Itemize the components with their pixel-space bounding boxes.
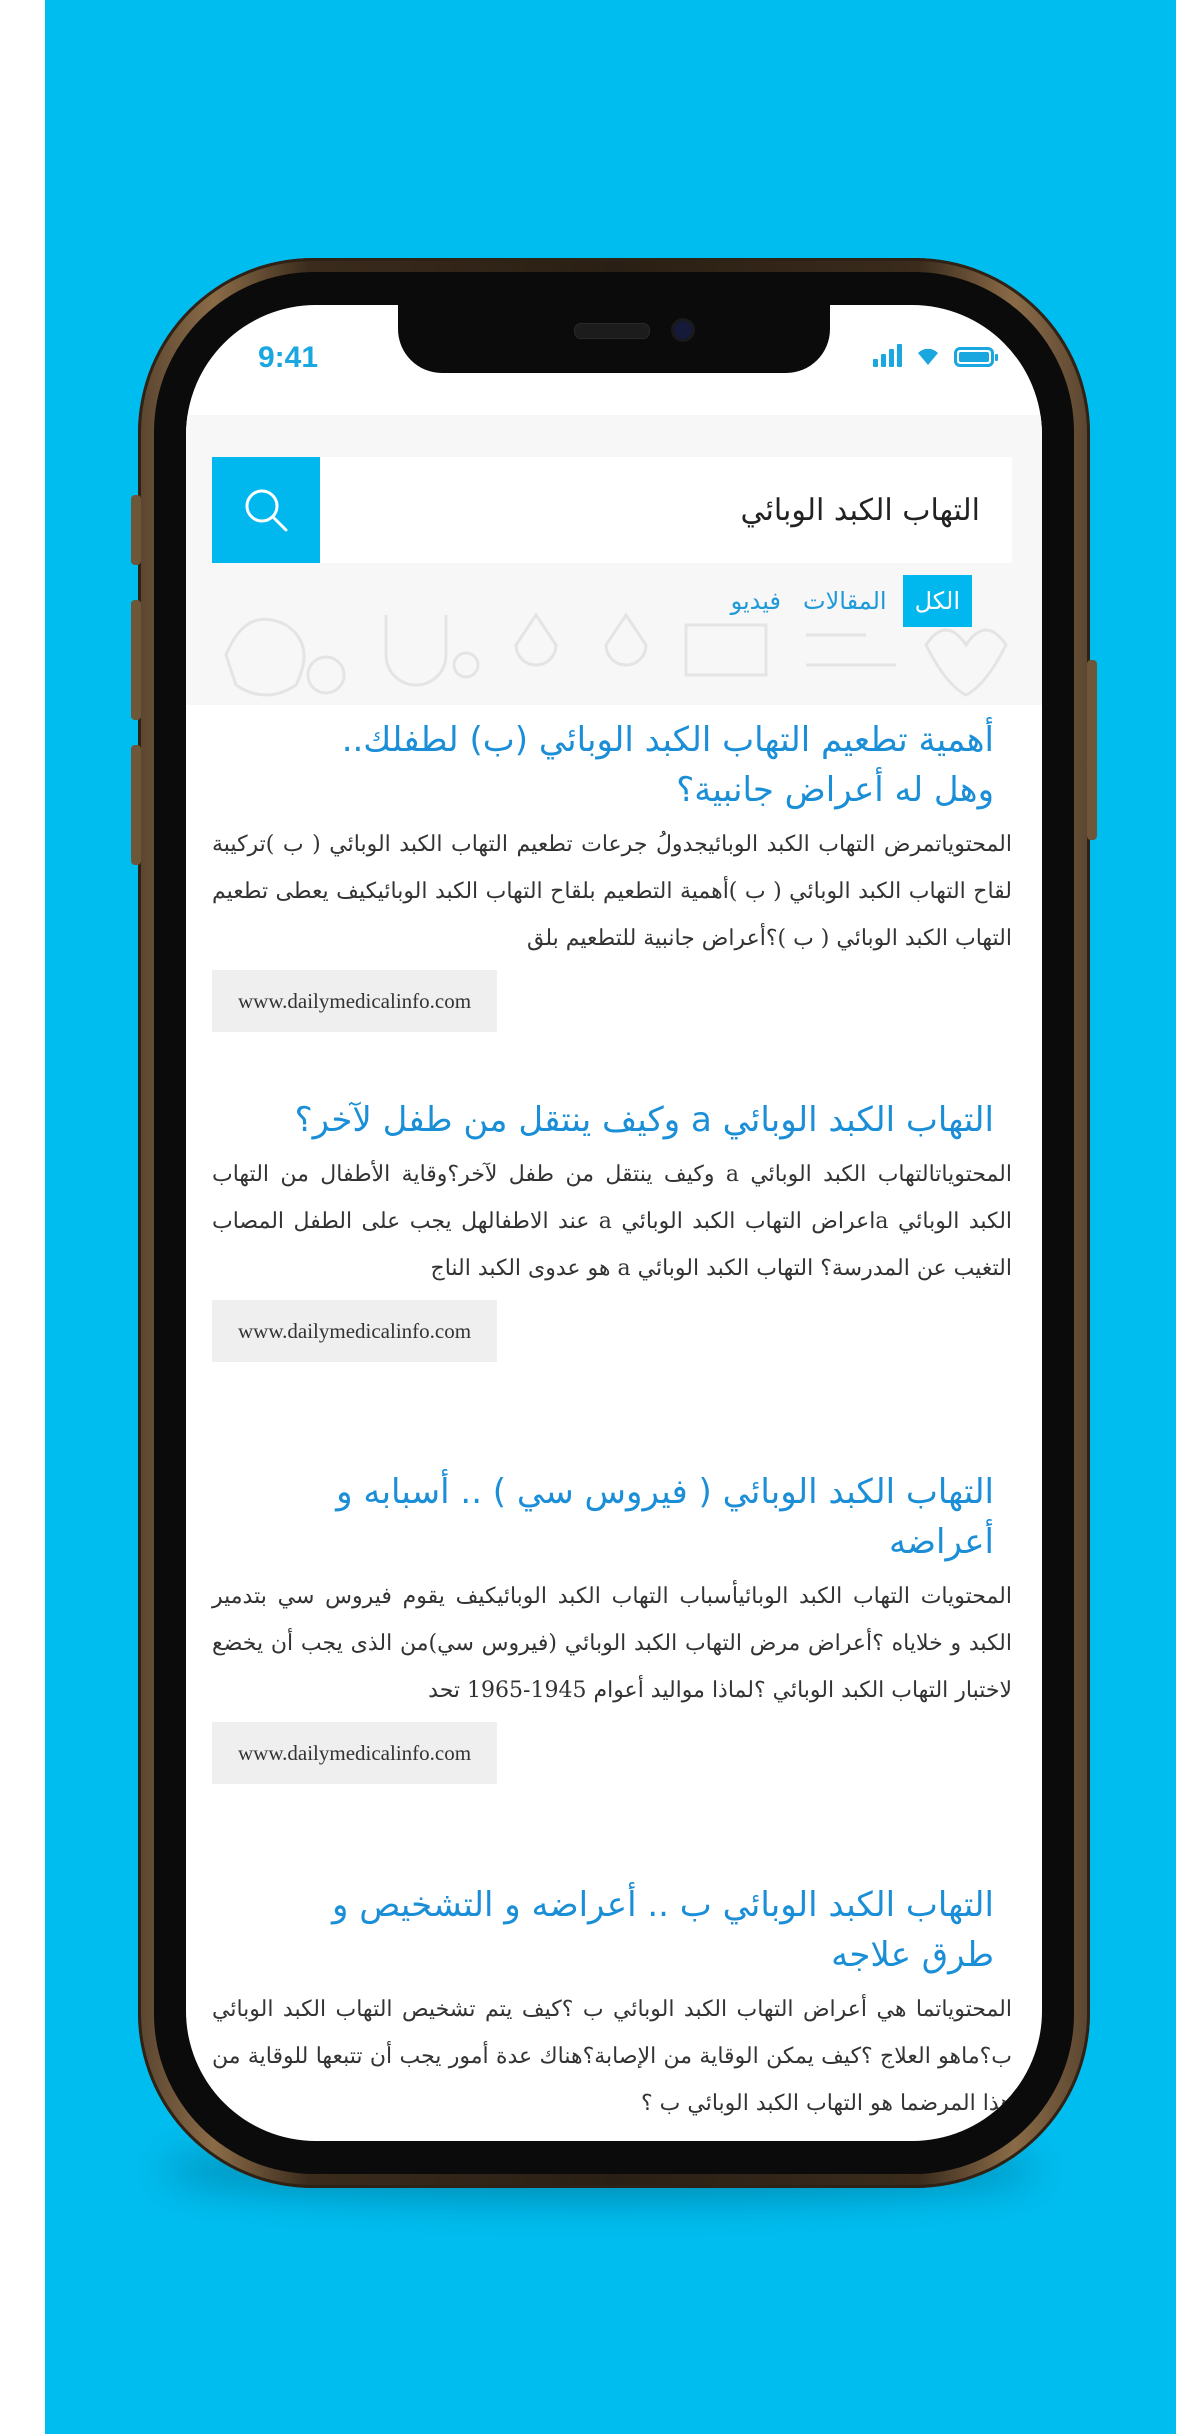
search-button[interactable] <box>212 457 320 563</box>
result-title[interactable]: أهمية تطعيم التهاب الكبد الوبائي (ب) لطف… <box>212 715 1012 815</box>
result-item[interactable]: التهاب الكبد الوبائي a وكيف ينتقل من طفل… <box>212 1095 1012 1362</box>
notch <box>398 305 830 373</box>
result-title[interactable]: التهاب الكبد الوبائي a وكيف ينتقل من طفل… <box>212 1095 1012 1145</box>
result-url[interactable]: www.dailymedicalinfo.com <box>212 970 498 1032</box>
phone-side-button-left-3 <box>131 745 141 865</box>
phone-screen: 9:41 التهاب الكبد الوبائي الكل المقالات … <box>186 305 1042 2141</box>
result-snippet: المحتوياتمرض التهاب الكبد الوبائيجدولُ ج… <box>212 832 1012 951</box>
status-icons <box>873 343 998 367</box>
search-box <box>212 457 1012 563</box>
filter-tabs: الكل المقالات فيديو <box>725 575 972 627</box>
result-snippet: المحتويات التهاب الكبد الوبائيأسباب الته… <box>212 1584 1012 1703</box>
result-url[interactable]: www.dailymedicalinfo.com <box>212 1300 498 1362</box>
result-title-line: طرق علاجه <box>831 1935 994 1975</box>
signal-icon <box>873 343 902 367</box>
result-item[interactable]: التهاب الكبد الوبائي ب .. أعراضه و التشخ… <box>212 1880 1012 2127</box>
phone-side-button-right <box>1087 660 1097 840</box>
result-title[interactable]: التهاب الكبد الوبائي ب .. أعراضه و التشخ… <box>212 1880 1012 1980</box>
result-title-line: أعراضه <box>888 1522 994 1562</box>
camera <box>674 321 692 339</box>
result-item[interactable]: أهمية تطعيم التهاب الكبد الوبائي (ب) لطف… <box>212 715 1012 1032</box>
result-title-line: أهمية تطعيم التهاب الكبد الوبائي (ب) لطف… <box>341 720 994 760</box>
result-url[interactable]: www.dailymedicalinfo.com <box>212 1722 498 1784</box>
search-input[interactable] <box>320 457 1012 563</box>
result-snippet: المحتوياتالتهاب الكبد الوبائي a وكيف ينت… <box>212 1162 1013 1281</box>
tab-all[interactable]: الكل <box>902 575 972 627</box>
result-title[interactable]: التهاب الكبد الوبائي ( فيروس سي ) .. أسب… <box>212 1467 1012 1567</box>
status-time: 9:41 <box>258 341 319 374</box>
result-item[interactable]: التهاب الكبد الوبائي ( فيروس سي ) .. أسب… <box>212 1467 1012 1784</box>
result-title-line: التهاب الكبد الوبائي ب .. أعراضه و التشخ… <box>331 1885 994 1925</box>
search-area: الكل المقالات فيديو <box>186 415 1042 705</box>
speaker <box>574 323 650 339</box>
phone-side-button-left-1 <box>131 495 141 565</box>
search-icon <box>245 489 288 532</box>
result-title-line: التهاب الكبد الوبائي a وكيف ينتقل من طفل… <box>294 1100 994 1140</box>
wifi-icon <box>918 348 938 365</box>
result-title-line: وهل له أعراض جانبية؟ <box>676 770 994 810</box>
tab-articles[interactable]: المقالات <box>797 577 893 625</box>
tab-video[interactable]: فيديو <box>725 577 787 625</box>
battery-icon <box>954 347 998 367</box>
phone-side-button-left-2 <box>131 600 141 720</box>
result-title-line: التهاب الكبد الوبائي ( فيروس سي ) .. أسب… <box>336 1472 994 1512</box>
result-snippet: المحتوياتما هي أعراض التهاب الكبد الوبائ… <box>212 1997 1012 2116</box>
